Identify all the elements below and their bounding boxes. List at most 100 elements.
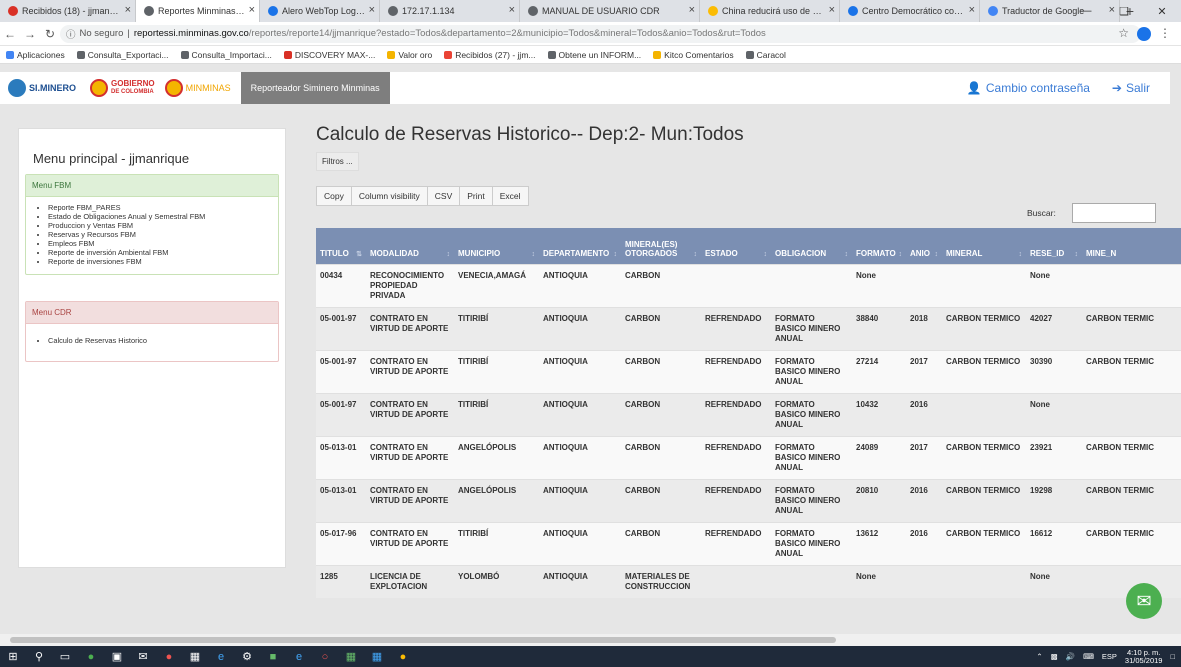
nav-reporteador[interactable]: Reporteador Siminero Minminas xyxy=(240,72,390,104)
notifications-icon[interactable]: □ xyxy=(1170,652,1175,661)
active-chrome-icon[interactable]: ● xyxy=(390,646,416,667)
info-icon[interactable]: ⓘ xyxy=(66,27,76,41)
siminero-logo[interactable]: SI.MINERO xyxy=(8,79,76,97)
tab-close-icon[interactable]: × xyxy=(689,4,695,16)
network-icon[interactable]: ▩ xyxy=(1051,652,1058,661)
logout-link[interactable]: ➔ Salir xyxy=(1112,81,1150,95)
horizontal-scrollbar[interactable] xyxy=(0,634,1181,646)
store-icon[interactable]: ▣ xyxy=(104,646,130,667)
column-header[interactable]: RESE_ID ↕ xyxy=(1026,228,1082,264)
calculator-icon[interactable]: ▦ xyxy=(182,646,208,667)
profile-avatar[interactable] xyxy=(1137,27,1151,41)
sort-icon[interactable]: ↕ xyxy=(614,251,618,258)
back-icon[interactable]: ← xyxy=(0,27,20,41)
opera-icon[interactable]: ○ xyxy=(312,646,338,667)
search-icon[interactable]: ⚲ xyxy=(26,646,52,667)
sort-icon[interactable]: ↕ xyxy=(694,251,698,258)
browser-tab[interactable]: Centro Democrático coava × xyxy=(840,0,980,22)
column-header[interactable]: MUNICIPIO ↕ xyxy=(454,228,539,264)
column-header[interactable]: MINERAL ↕ xyxy=(942,228,1026,264)
bookmark-star-icon[interactable]: ☆ xyxy=(1118,26,1129,40)
excel-icon[interactable]: ▦ xyxy=(338,646,364,667)
change-password-link[interactable]: 👤 Cambio contraseña xyxy=(967,81,1090,95)
sidebar-item-fbm[interactable]: Reporte de inversiones FBM xyxy=(48,257,272,266)
search-input[interactable] xyxy=(1072,203,1156,223)
tab-close-icon[interactable]: × xyxy=(369,4,375,16)
browser-tab[interactable]: China reducirá uso de carbó × xyxy=(700,0,840,22)
column-header[interactable]: DEPARTAMENTO ↕ xyxy=(539,228,621,264)
column-header[interactable]: FORMATO ↕ xyxy=(852,228,906,264)
browser-tab[interactable]: Recibidos (18) - jjmanrique × xyxy=(0,0,136,22)
volume-icon[interactable]: 🔊 xyxy=(1066,652,1075,661)
column-header[interactable]: OBLIGACION ↕ xyxy=(771,228,852,264)
table-export-button[interactable]: CSV xyxy=(428,187,461,205)
ie-icon[interactable]: e xyxy=(208,646,234,667)
bookmark-item[interactable]: Caracol xyxy=(745,50,786,60)
browser-tab[interactable]: MANUAL DE USUARIO CDR × xyxy=(520,0,700,22)
sort-icon[interactable]: ↕ xyxy=(935,251,939,258)
sort-icon[interactable]: ⇅ xyxy=(356,250,362,258)
start-icon[interactable]: ⊞ xyxy=(0,646,26,667)
table-export-button[interactable]: Excel xyxy=(493,187,528,205)
sort-icon[interactable]: ↕ xyxy=(1019,251,1023,258)
chat-button[interactable]: ✉ xyxy=(1126,583,1162,619)
minimize-icon[interactable]: — xyxy=(1067,0,1105,22)
table-export-button[interactable]: Print xyxy=(460,187,493,205)
reload-icon[interactable]: ↻ xyxy=(40,27,60,41)
close-icon[interactable]: ✕ xyxy=(1143,0,1181,22)
sort-icon[interactable]: ↕ xyxy=(845,251,849,258)
mail-icon[interactable]: ✉ xyxy=(130,646,156,667)
sort-icon[interactable]: ↕ xyxy=(532,251,536,258)
bookmark-item[interactable]: Kitco Comentarios xyxy=(653,50,734,60)
browser-tab[interactable]: 172.17.1.134 × xyxy=(380,0,520,22)
tab-close-icon[interactable]: × xyxy=(969,4,975,16)
sort-icon[interactable]: ↕ xyxy=(447,251,451,258)
tray-arrow-icon[interactable]: ⌃ xyxy=(1036,652,1042,661)
browser-menu-icon[interactable]: ⋮ xyxy=(1159,26,1171,40)
table-export-button[interactable]: Column visibility xyxy=(352,187,428,205)
column-header[interactable]: ANIO ↕ xyxy=(906,228,942,264)
bookmark-item[interactable]: Obtene un INFORM... xyxy=(547,50,641,60)
task-view-icon[interactable]: ▭ xyxy=(52,646,78,667)
sort-icon[interactable]: ↕ xyxy=(764,251,768,258)
keyboard-icon[interactable]: ⌨ xyxy=(1083,652,1094,661)
forward-icon[interactable]: → xyxy=(20,27,40,41)
language-indicator[interactable]: ESP xyxy=(1102,652,1117,661)
word-icon[interactable]: ▦ xyxy=(364,646,390,667)
maximize-icon[interactable]: ❑ xyxy=(1105,0,1143,22)
tab-close-icon[interactable]: × xyxy=(829,4,835,16)
app-icon[interactable]: ■ xyxy=(260,646,286,667)
column-header[interactable]: ESTADO ↕ xyxy=(701,228,771,264)
settings-icon[interactable]: ⚙ xyxy=(234,646,260,667)
bookmark-item[interactable]: Consulta_Importaci... xyxy=(180,50,272,60)
sidebar-item-fbm[interactable]: Produccion y Ventas FBM xyxy=(48,221,272,230)
column-header[interactable]: MINE_N xyxy=(1082,228,1181,264)
sort-icon[interactable]: ↕ xyxy=(1075,251,1079,258)
sidebar-item-cdr[interactable]: Calculo de Reservas Historico xyxy=(48,336,272,345)
browser-tab[interactable]: Alero WebTop Logon × xyxy=(260,0,380,22)
maps-icon[interactable]: ● xyxy=(156,646,182,667)
edge-icon[interactable]: e xyxy=(286,646,312,667)
tab-close-icon[interactable]: × xyxy=(249,4,255,16)
tab-close-icon[interactable]: × xyxy=(509,4,515,16)
bookmark-item[interactable]: Aplicaciones xyxy=(6,50,65,60)
sort-icon[interactable]: ↕ xyxy=(899,251,903,258)
bookmark-item[interactable]: Recibidos (27) - jjm... xyxy=(444,50,536,60)
sidebar-item-fbm[interactable]: Reporte de inversión Ambiental FBM xyxy=(48,248,272,257)
scrollbar-thumb[interactable] xyxy=(10,637,836,643)
sidebar-item-fbm[interactable]: Reporte FBM_PARES xyxy=(48,203,272,212)
bookmark-item[interactable]: Valor oro xyxy=(387,50,432,60)
column-header[interactable]: MINERAL(ES) OTORGADOS ↕ xyxy=(621,228,701,264)
chrome-icon[interactable]: ● xyxy=(78,646,104,667)
clock[interactable]: 4:10 p. m. 31/05/2019 xyxy=(1125,648,1163,665)
url-input[interactable]: ⓘ No seguro | reportessi.minminas.gov.co… xyxy=(60,24,1141,43)
browser-tab[interactable]: Reportes Minminas - Calcul × xyxy=(136,0,260,22)
filters-button[interactable]: Filtros ... xyxy=(316,152,359,171)
sidebar-item-fbm[interactable]: Estado de Obligaciones Anual y Semestral… xyxy=(48,212,272,221)
bookmark-item[interactable]: Consulta_Exportaci... xyxy=(76,50,169,60)
sidebar-item-fbm[interactable]: Reservas y Recursos FBM xyxy=(48,230,272,239)
bookmark-item[interactable]: DISCOVERY MAX-... xyxy=(283,50,375,60)
table-export-button[interactable]: Copy xyxy=(317,187,352,205)
sidebar-item-fbm[interactable]: Empleos FBM xyxy=(48,239,272,248)
column-header[interactable]: MODALIDAD ↕ xyxy=(366,228,454,264)
